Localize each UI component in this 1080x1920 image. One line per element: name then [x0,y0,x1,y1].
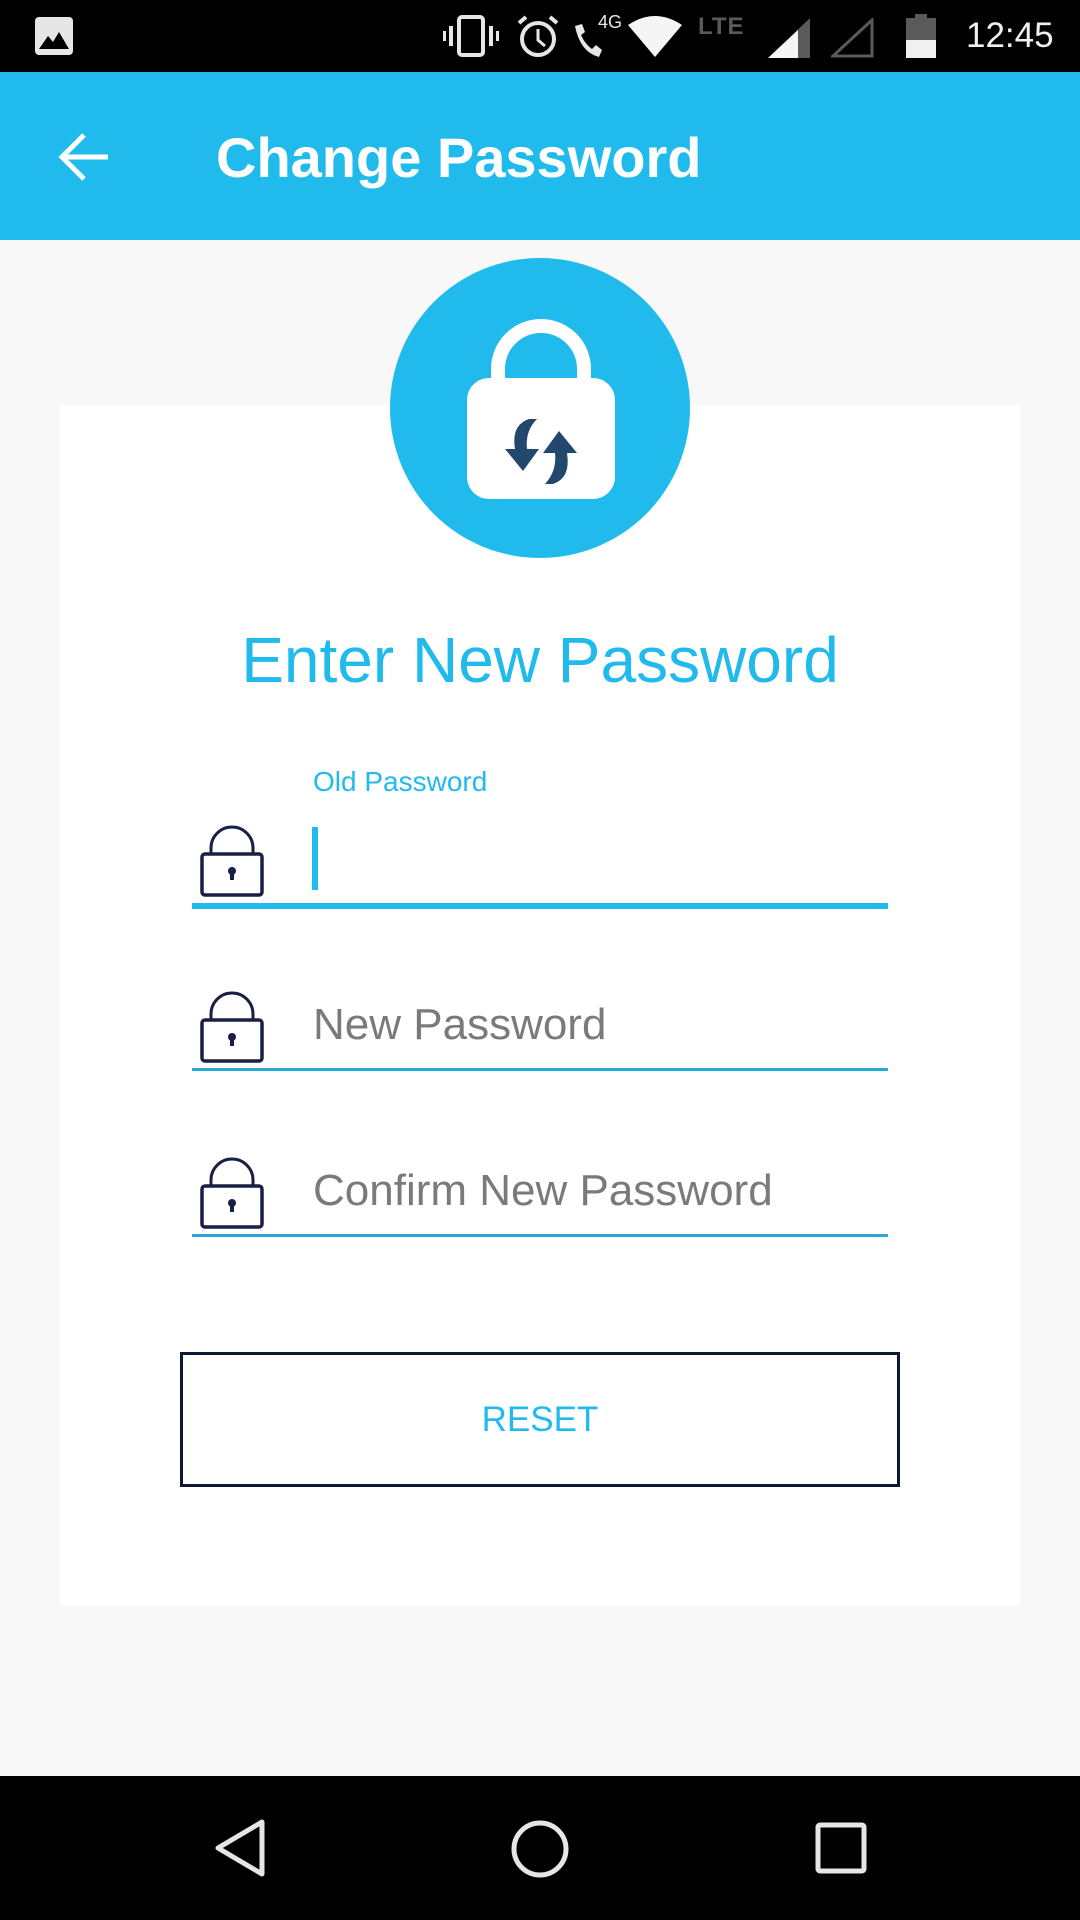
confirm-password-underline [192,1234,888,1237]
network-type-label: LTE [698,13,745,40]
image-notification-icon [35,17,73,55]
signal-icon [768,18,810,58]
vibrate-icon [443,15,499,57]
lock-icon [200,991,264,1063]
nav-home-icon[interactable] [508,1818,572,1880]
battery-icon [906,14,936,58]
lock-refresh-icon [467,319,615,499]
navigation-bar [0,1776,1080,1920]
new-password-input[interactable] [313,993,888,1057]
form-heading: Enter New Password [241,624,839,696]
alarm-icon [517,15,559,57]
lock-icon [200,825,264,897]
old-password-input[interactable] [313,828,888,892]
app-bar: Change Password [0,72,1080,240]
reset-button[interactable]: RESET [180,1352,900,1487]
signal-empty-icon [831,18,874,58]
new-password-underline [192,1068,888,1071]
arrow-back-icon[interactable] [50,122,120,192]
nav-back-icon[interactable] [212,1818,268,1878]
nav-recents-icon[interactable] [814,1821,870,1877]
status-bar: 4G LTE 12:45 [0,0,1080,72]
text-cursor [312,827,318,890]
call-network-label: 4G [598,12,623,32]
page-title: Change Password [216,126,702,189]
old-password-label: Old Password [313,766,488,797]
lock-icon [200,1157,264,1229]
lock-badge [390,258,690,558]
clock: 12:45 [966,16,1054,55]
confirm-password-input[interactable] [313,1159,888,1223]
wifi-icon [628,16,682,57]
old-password-underline [192,903,888,909]
